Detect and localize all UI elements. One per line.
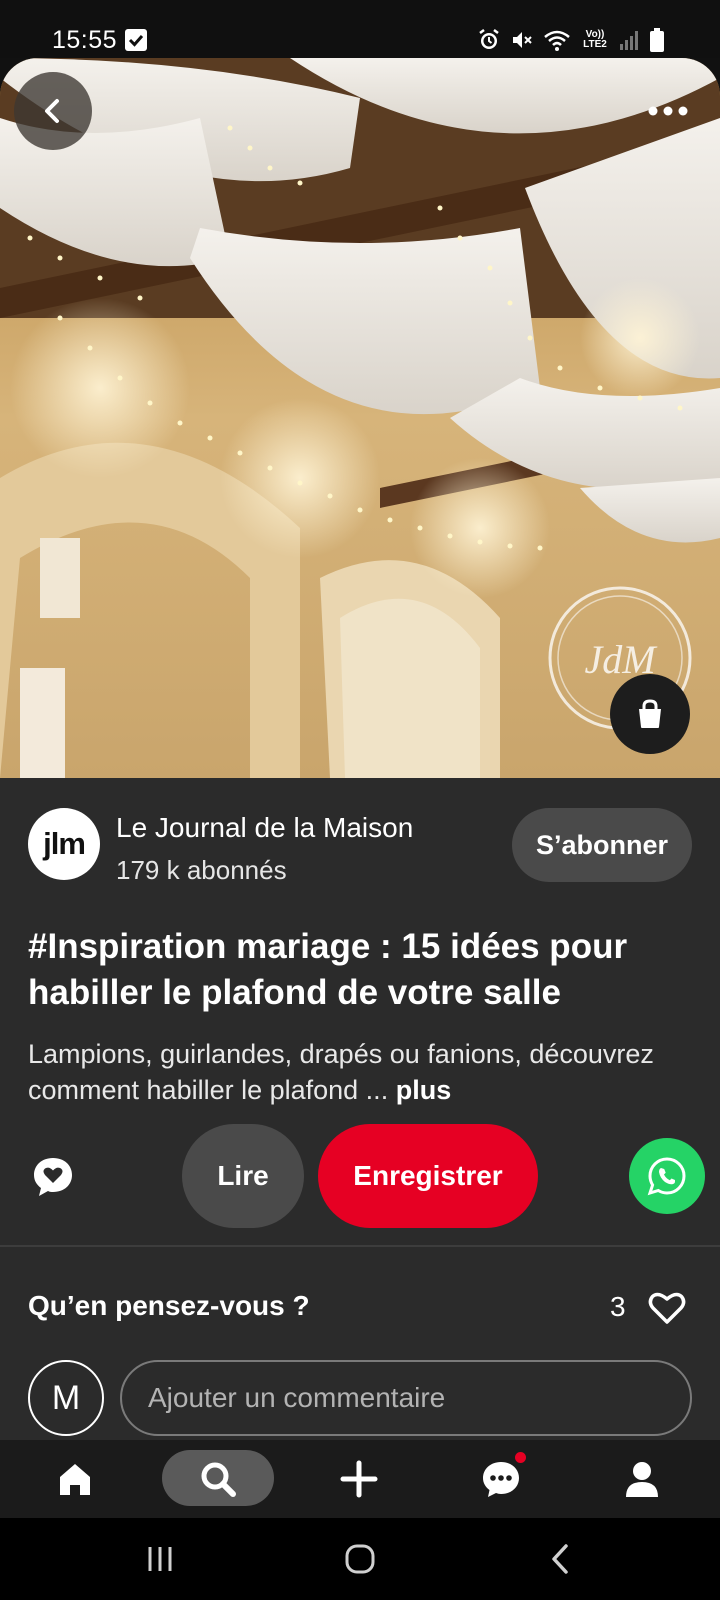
pin-image[interactable]: JdM [0, 58, 720, 778]
like-count: 3 [610, 1291, 626, 1322]
whatsapp-icon [647, 1157, 686, 1196]
heart-bubble-icon [34, 1158, 72, 1196]
network-label: Vo)) LTE2 [583, 29, 607, 50]
checkbox-notification-icon [125, 29, 147, 51]
wifi-icon [544, 30, 570, 51]
comment-input[interactable] [120, 1360, 692, 1436]
plus-icon [340, 1460, 378, 1498]
status-time: 15:55 [52, 26, 118, 54]
follower-count: 179 k abonnés [116, 855, 287, 885]
mute-icon [513, 32, 532, 48]
recent-apps-icon [148, 1547, 172, 1571]
chevron-left-icon [45, 99, 59, 123]
home-icon [60, 1464, 90, 1495]
status-icons: Vo)) LTE2 [477, 26, 664, 54]
nav-home[interactable] [40, 1440, 110, 1518]
divider [0, 1245, 720, 1247]
profile-icon [626, 1462, 658, 1497]
battery-icon [650, 28, 664, 52]
shopping-bag-icon [639, 699, 661, 728]
share-whatsapp-button[interactable] [629, 1138, 705, 1214]
back-button[interactable] [14, 72, 92, 150]
more-options-button[interactable] [642, 94, 694, 128]
react-button[interactable] [30, 1154, 76, 1200]
publisher-name[interactable]: Le Journal de la Maison [116, 812, 413, 844]
home-circle-icon [345, 1544, 375, 1574]
comments-heading: Qu’en pensez-vous ? [28, 1290, 310, 1321]
read-button[interactable]: Lire [182, 1124, 304, 1228]
back-system-button[interactable] [530, 1518, 590, 1600]
search-icon [201, 1462, 236, 1497]
heart-outline-icon [648, 1292, 686, 1324]
recent-apps-button[interactable] [130, 1518, 190, 1600]
user-avatar[interactable]: M [28, 1360, 104, 1436]
like-button[interactable] [648, 1290, 686, 1326]
pin-title: #Inspiration mariage : 15 idées pour hab… [28, 927, 628, 1012]
subscribe-button[interactable]: S’abonner [512, 808, 692, 882]
shop-button[interactable] [610, 674, 690, 754]
save-button[interactable]: Enregistrer [318, 1124, 538, 1228]
messages-icon [483, 1462, 519, 1497]
nav-create[interactable] [324, 1440, 394, 1518]
alarm-icon [479, 29, 499, 49]
publisher-avatar[interactable]: jlm [28, 808, 100, 880]
description-text: Lampions, guirlandes, drapés ou fanions,… [28, 1039, 654, 1105]
home-system-button[interactable] [330, 1518, 390, 1600]
notification-dot [515, 1452, 526, 1463]
nav-profile[interactable] [607, 1440, 677, 1518]
status-bar: 15:55 Vo)) LTE2 [0, 0, 720, 58]
more-dots-icon [648, 106, 688, 116]
nav-messages[interactable] [466, 1440, 536, 1518]
pin-description: Lampions, guirlandes, drapés ou fanions,… [28, 1036, 698, 1108]
signal-icon [620, 31, 638, 50]
more-link[interactable]: plus [396, 1075, 452, 1105]
nav-search[interactable] [162, 1440, 274, 1518]
back-arrow-icon [552, 1544, 568, 1574]
